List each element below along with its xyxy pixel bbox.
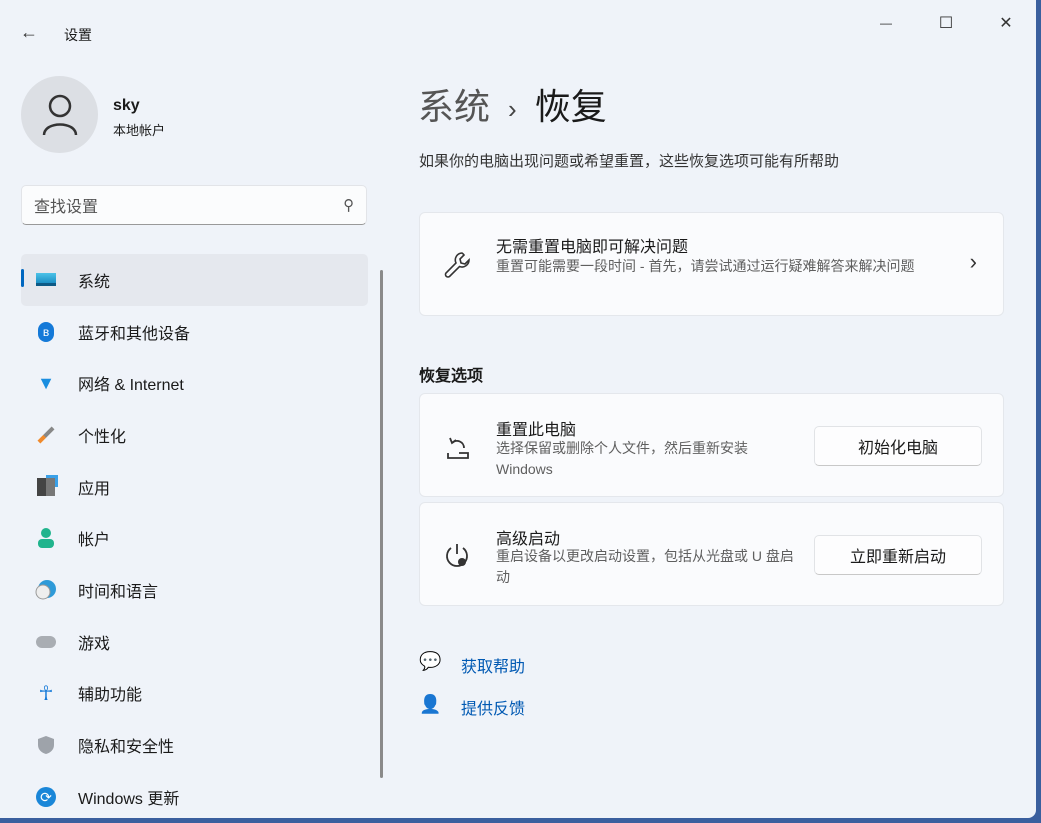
chevron-right-icon: › [969,249,977,274]
card-title: 重置此电脑 [496,422,577,439]
sidebar-item-time-language[interactable]: 时间和语言 [21,564,368,616]
card-subtitle: 选择保留或删除个人文件，然后重新安装 Windows [496,440,748,477]
search-placeholder: 查找设置 [34,199,99,216]
breadcrumb-separator: › [508,93,517,124]
sidebar-item-apps[interactable]: 应用 [21,461,368,513]
gamepad-icon [35,631,57,653]
restart-now-button[interactable]: 立即重新启动 [814,535,982,575]
sidebar-item-label: 游戏 [78,635,111,653]
advanced-startup-icon [446,544,468,567]
apps-icon [35,476,57,498]
sidebar-item-bluetooth[interactable]: ʙ 蓝牙和其他设备 [21,306,368,358]
avatar[interactable] [21,76,98,153]
maximize-button[interactable]: ☐ [916,10,976,36]
section-title: 恢复选项 [419,368,484,385]
page-description: 如果你的电脑出现问题或希望重置，这些恢复选项可能有所帮助 [419,153,840,170]
sidebar-item-label: 辅助功能 [78,687,143,705]
sidebar-item-windows-update[interactable]: ⟳ Windows 更新 [21,771,368,818]
sidebar-item-label: 网络 & Internet [78,377,184,395]
account-type: 本地帐户 [113,123,166,138]
sidebar-item-label: 系统 [78,273,111,291]
minimize-button[interactable]: — [856,10,916,36]
search-icon: ⚲ [343,197,354,214]
sidebar-item-network[interactable]: ▼ 网络 & Internet [21,357,368,409]
page-title: 恢复 [534,86,607,127]
card-subtitle: 重启设备以更改启动设置，包括从光盘或 U 盘启动 [496,548,794,585]
sidebar-scrollbar[interactable] [380,270,383,778]
user-icon [42,94,77,135]
close-button[interactable]: ✕ [976,10,1036,36]
card-subtitle: 重置可能需要一段时间 - 首先，请尝试通过运行疑难解答来解决问题 [496,258,915,274]
accessibility-icon: ☥ [38,682,54,705]
sidebar-nav: 系统 ʙ 蓝牙和其他设备 ▼ 网络 & Internet 个性化 应用 帐户 时间和… [21,254,368,818]
sidebar-item-personalization[interactable]: 个性化 [21,409,368,461]
minimize-icon: — [880,16,892,30]
sidebar-item-label: 帐户 [78,532,111,550]
reset-pc-card: 重置此电脑 选择保留或删除个人文件，然后重新安装 Windows 初始化电脑 [419,393,1004,497]
account-icon [35,527,57,549]
maximize-icon: ☐ [938,15,954,32]
user-name: sky [113,97,140,114]
update-icon: ⟳ [35,786,57,808]
wrench-icon [444,252,470,278]
reset-pc-button[interactable]: 初始化电脑 [814,426,982,466]
sidebar-item-gaming[interactable]: 游戏 [21,616,368,668]
brush-icon [35,424,57,446]
close-icon: ✕ [999,15,1013,32]
back-arrow-icon[interactable]: ← [20,22,38,43]
get-help-link[interactable]: 获取帮助 [461,653,525,677]
sidebar-item-system[interactable]: 系统 [21,254,368,306]
sidebar-item-label: 蓝牙和其他设备 [78,325,191,343]
reset-icon [447,437,469,459]
sidebar-item-label: 个性化 [78,428,127,446]
time-language-icon [35,579,57,601]
sidebar-item-label: 隐私和安全性 [78,739,175,757]
sidebar-item-privacy[interactable]: 隐私和安全性 [21,719,368,771]
breadcrumb: 系统 › 恢复 [418,78,607,130]
troubleshoot-card[interactable]: 无需重置电脑即可解决问题 重置可能需要一段时间 - 首先，请尝试通过运行疑难解答… [419,212,1004,316]
sidebar-item-label: Windows 更新 [78,790,180,808]
sidebar-item-accounts[interactable]: 帐户 [21,512,368,564]
settings-window: ← 设置 — ☐ ✕ sky 本地帐户 查找设置 ⚲ 系统 ʙ 蓝牙和其他设备 ▼… [0,0,1036,818]
system-icon [35,269,57,291]
sidebar-item-label: 时间和语言 [78,583,159,601]
search-input[interactable]: 查找设置 ⚲ [21,185,367,225]
give-feedback-link[interactable]: 提供反馈 [461,695,525,719]
feedback-icon: 👤 [419,694,442,714]
sidebar-item-label: 应用 [78,480,111,498]
bluetooth-icon: ʙ [35,321,57,343]
window-title: 设置 [64,27,92,43]
wifi-icon: ▼ [37,372,55,393]
breadcrumb-parent[interactable]: 系统 [418,86,490,127]
help-icon: 💬 [419,651,442,671]
card-title: 无需重置电脑即可解决问题 [496,239,689,256]
sidebar-item-accessibility[interactable]: ☥ 辅助功能 [21,668,368,720]
shield-icon [35,734,57,756]
advanced-startup-card: 高级启动 重启设备以更改启动设置，包括从光盘或 U 盘启动 立即重新启动 [419,502,1004,606]
